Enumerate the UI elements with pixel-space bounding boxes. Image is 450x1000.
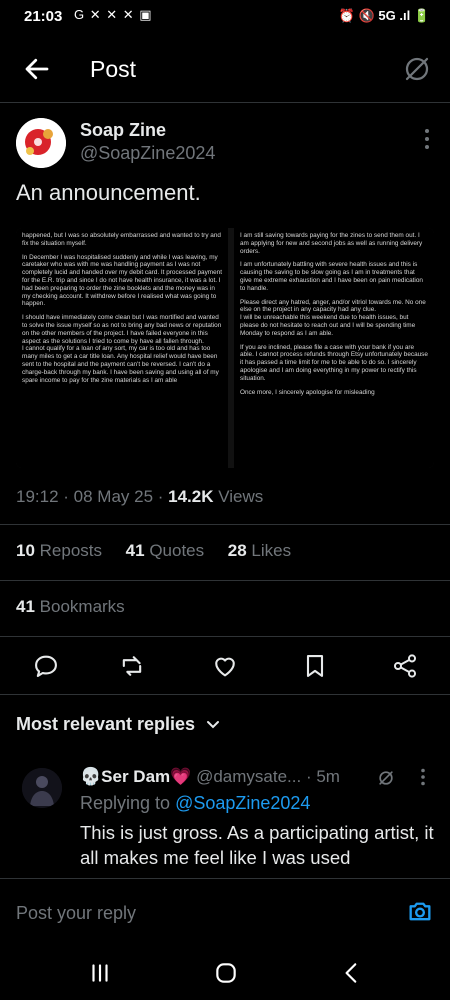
- attachment-paragraph: Please direct any hatred, anger, and/or …: [240, 298, 426, 337]
- share-icon[interactable]: [391, 652, 419, 680]
- likes-label: Likes: [251, 541, 292, 560]
- bookmarks-count: 41: [16, 597, 35, 616]
- post-text: An announcement.: [16, 180, 201, 205]
- attachment-paragraph: Once more, I sincerely apologise for mis…: [240, 388, 375, 396]
- reply-composer: [0, 878, 450, 947]
- quotes-count: 41: [125, 541, 145, 560]
- top-bar: Post: [0, 44, 450, 96]
- hide-media-icon[interactable]: [402, 54, 432, 84]
- views-count[interactable]: 14.2K: [168, 487, 213, 506]
- divider: [0, 524, 450, 525]
- attachment-paragraph: If you are inclined, please file a case …: [240, 343, 428, 382]
- bookmarks-stat[interactable]: 41 Bookmarks: [16, 597, 125, 617]
- bookmark-icon[interactable]: [301, 652, 329, 680]
- notification-icons: G ✕ ✕ ✕ ▣: [74, 7, 153, 22]
- reposts-label: Reposts: [39, 541, 103, 560]
- post-timestamp: 19:12 · 08 May 25 ·: [16, 487, 169, 506]
- replying-handle-link[interactable]: @SoapZine2024: [175, 793, 310, 813]
- page-title: Post: [90, 56, 137, 82]
- camera-icon[interactable]: [406, 897, 434, 925]
- replies-sort-dropdown[interactable]: Most relevant replies: [16, 714, 220, 735]
- status-bar: 21:03 G ✕ ✕ ✕ ▣ ⏰ 🔇 5G .ıl 🔋: [0, 0, 450, 34]
- divider: [0, 102, 450, 103]
- system-navigation-bar: [0, 946, 450, 1000]
- avatar-image: [22, 768, 62, 808]
- reply-input[interactable]: [14, 897, 378, 929]
- back-arrow-icon[interactable]: [22, 54, 52, 84]
- quotes-stat[interactable]: 41 Quotes: [126, 541, 204, 560]
- more-options-icon[interactable]: [424, 128, 430, 150]
- attachment-paragraph: In December I was hospitalised suddenly …: [22, 253, 222, 308]
- system-status-icons: ⏰ 🔇 5G .ıl 🔋: [338, 8, 430, 23]
- reply-author-handle[interactable]: @damysate...: [196, 767, 301, 786]
- divider: [0, 636, 450, 637]
- soap-zine-logo-icon: [16, 118, 66, 168]
- author-name[interactable]: Soap Zine: [80, 120, 166, 141]
- author-avatar[interactable]: [16, 118, 66, 168]
- reposts-stat[interactable]: 10 Reposts: [16, 541, 102, 560]
- reply-author-name[interactable]: 💀Ser Dam💗: [80, 767, 191, 786]
- bookmarks-label: Bookmarks: [39, 597, 125, 616]
- reply-author-avatar[interactable]: [22, 768, 62, 808]
- home-icon[interactable]: [212, 960, 240, 986]
- quotes-label: Quotes: [149, 541, 205, 560]
- views-label: Views: [213, 487, 264, 506]
- replying-to: Replying to @SoapZine2024: [80, 793, 310, 814]
- author-handle[interactable]: @SoapZine2024: [80, 143, 215, 164]
- attachment-paragraph: I should have immediately come clean but…: [22, 314, 222, 384]
- attachment-paragraph: happened, but I was so absolutely embarr…: [22, 232, 221, 247]
- reply-header: 💀Ser Dam💗 @damysate... · 5m: [80, 767, 340, 787]
- like-icon[interactable]: [211, 652, 239, 680]
- reply-icon[interactable]: [32, 652, 60, 680]
- attachment-right-column: I am still saving towards paying for the…: [234, 228, 434, 468]
- attachment-left-column: happened, but I was so absolutely embarr…: [16, 228, 228, 468]
- attachment-paragraph: I am unfortunately battling with severe …: [240, 261, 423, 292]
- replying-prefix: Replying to: [80, 793, 176, 813]
- repost-icon[interactable]: [118, 652, 146, 680]
- post-action-bar: [0, 648, 450, 684]
- reply-time: · 5m: [305, 767, 340, 786]
- back-icon[interactable]: [338, 960, 366, 986]
- post-meta: 19:12 · 08 May 25 · 14.2K Views: [16, 487, 263, 507]
- status-time: 21:03: [24, 8, 63, 25]
- reply-more-options-icon[interactable]: [420, 768, 426, 786]
- post-image-attachment[interactable]: happened, but I was so absolutely embarr…: [16, 228, 434, 468]
- likes-stat[interactable]: 28 Likes: [228, 541, 291, 560]
- reposts-count: 10: [16, 541, 35, 560]
- attachment-paragraph: I am still saving towards paying for the…: [240, 232, 423, 255]
- replies-sort-label: Most relevant replies: [16, 714, 196, 734]
- likes-count: 28: [227, 541, 247, 560]
- reply-text: This is just gross. As a participating a…: [80, 822, 434, 868]
- grok-icon[interactable]: [376, 768, 396, 788]
- divider: [0, 694, 450, 695]
- engagement-stats: 10 Reposts 41 Quotes 28 Likes: [16, 541, 291, 561]
- divider: [0, 580, 450, 581]
- recent-apps-icon[interactable]: [86, 960, 114, 986]
- chevron-down-icon: [207, 721, 220, 729]
